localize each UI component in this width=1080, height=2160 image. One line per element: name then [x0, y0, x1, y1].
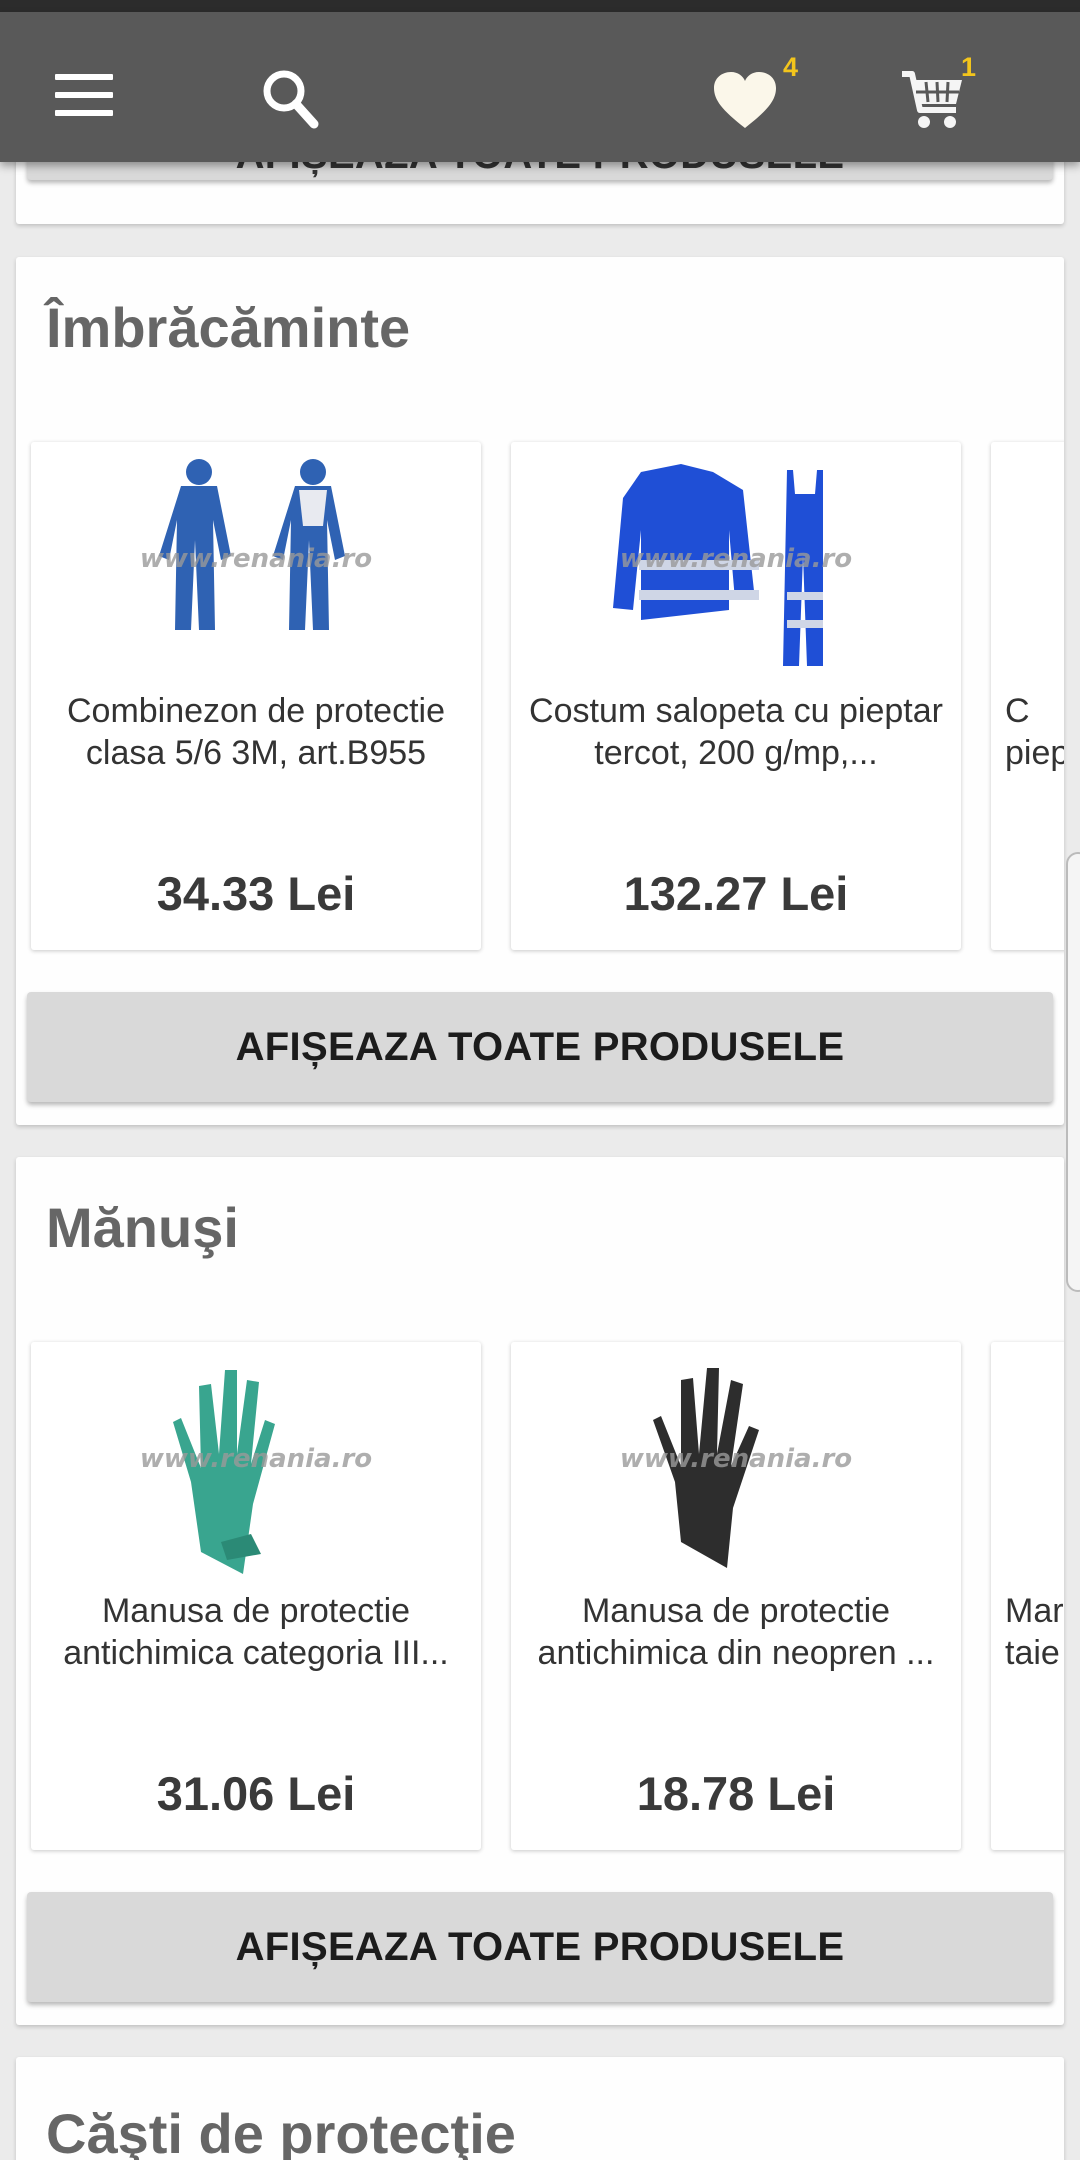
- watermark: www.renania.ro: [620, 544, 852, 574]
- jacket-overalls-image: www.renania.ro: [511, 442, 961, 692]
- scroll-handle[interactable]: [1066, 852, 1080, 1292]
- search-icon[interactable]: [260, 67, 320, 133]
- app-bar: 4 1: [0, 12, 1080, 162]
- product-name: Costum salopeta cu pieptar tercot, 200 g…: [529, 692, 943, 772]
- product-card[interactable]: www.renania.ro Manusa de protectie antic…: [511, 1342, 961, 1850]
- watermark: www.renania.ro: [140, 1444, 372, 1474]
- product-price: 34.33 Lei: [156, 867, 356, 920]
- show-all-button[interactable]: AFIȘEAZA TOATE PRODUSELE: [27, 992, 1053, 1102]
- product-price: 31.06 Lei: [156, 1767, 356, 1820]
- product-card[interactable]: C piep: [991, 442, 1064, 950]
- category-card-helmets: Căşti de protecţie: [16, 2057, 1064, 2160]
- product-name: Manusa de protectie antichimica categori…: [63, 1592, 449, 1672]
- product-card[interactable]: Mar taie: [991, 1342, 1064, 1850]
- black-glove-image: www.renania.ro: [511, 1342, 961, 1592]
- cart-count-badge: 1: [961, 52, 977, 82]
- product-name: Mar taie: [1005, 1592, 1064, 1672]
- heart-icon[interactable]: [712, 70, 778, 132]
- status-bar: [0, 0, 1080, 12]
- product-card[interactable]: www.renania.ro Manusa de protectie antic…: [31, 1342, 481, 1850]
- watermark: www.renania.ro: [620, 1444, 852, 1474]
- category-card-gloves: Mănuşi www.renania.ro Manusa de protecti…: [16, 1157, 1064, 2025]
- product-card[interactable]: www.renania.ro Combinezon de protectie c…: [31, 442, 481, 950]
- show-all-button[interactable]: AFIȘEAZA TOATE PRODUSELE: [27, 1892, 1053, 2002]
- product-card[interactable]: www.renania.ro Costum salopeta cu piepta…: [511, 442, 961, 950]
- product-name: Manusa de protectie antichimica din neop…: [537, 1592, 935, 1672]
- green-glove-image: www.renania.ro: [31, 1342, 481, 1592]
- product-price: 18.78 Lei: [636, 1767, 836, 1820]
- product-name: Combinezon de protectie clasa 5/6 3M, ar…: [66, 692, 445, 772]
- category-title: Mănuşi: [46, 1196, 239, 1259]
- wishlist-count-badge: 4: [783, 52, 799, 82]
- menu-icon[interactable]: [55, 74, 113, 116]
- product-name: C piep: [1005, 692, 1064, 772]
- watermark: www.renania.ro: [140, 544, 372, 574]
- product-price: 132.27 Lei: [623, 867, 849, 920]
- category-title: Căşti de protecţie: [46, 2102, 516, 2160]
- cart-icon[interactable]: [900, 66, 964, 132]
- category-title: Îmbrăcăminte: [46, 296, 411, 359]
- coverall-image: www.renania.ro: [31, 442, 481, 692]
- category-card-clothing: Îmbrăcăminte www.renania.ro Combinezon d…: [16, 257, 1064, 1125]
